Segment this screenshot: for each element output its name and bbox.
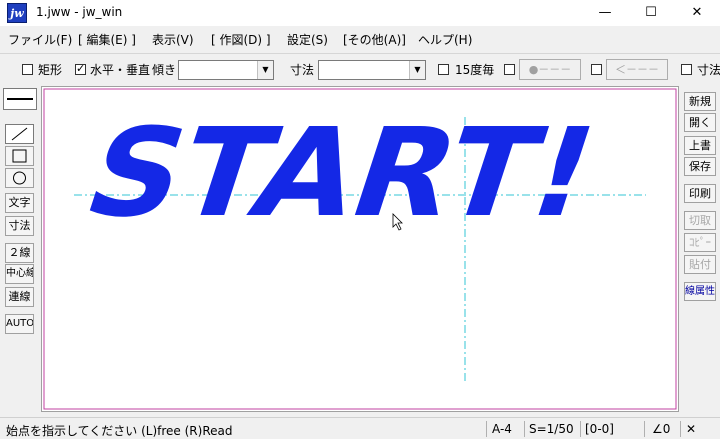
chevron-down-icon[interactable]: ▼ <box>257 61 273 79</box>
horizontal-vertical-label: 水平・垂直 <box>90 63 151 77</box>
print-button[interactable]: 印刷 <box>684 184 716 203</box>
line-attribute-button[interactable]: 線属性 <box>684 282 716 301</box>
line-sample-icon <box>7 98 33 100</box>
line-type-button[interactable] <box>3 88 37 110</box>
menu-draw[interactable]: [ 作図(D) ] <box>211 31 271 48</box>
connect-line-tool-button[interactable]: 連線 <box>5 287 34 307</box>
circle-option-button[interactable]: ●－－－ <box>519 59 581 80</box>
dimension-combo[interactable]: ▼ <box>318 60 426 80</box>
line-tool-button[interactable] <box>5 124 34 144</box>
app-icon: jw <box>7 3 27 23</box>
save-button[interactable]: 保存 <box>684 157 716 176</box>
window-title: 1.jww - jw_win <box>36 5 123 19</box>
new-button[interactable]: 新規 <box>684 92 716 111</box>
arrow-option-button[interactable]: ＜－－－ <box>606 59 668 80</box>
overwrite-button[interactable]: 上書 <box>684 136 716 155</box>
rectangle-tool-button[interactable] <box>5 146 34 166</box>
menu-other[interactable]: [その他(A)] <box>343 31 406 48</box>
status-divider <box>580 421 581 437</box>
rect-label: 矩形 <box>38 63 63 77</box>
right-dim-checkbox[interactable] <box>681 64 692 75</box>
menu-bar: ファイル(F) [ 編集(E) ] 表示(V) [ 作図(D) ] 設定(S) … <box>0 28 720 50</box>
center-line-tool-button[interactable]: 中心線 <box>5 264 34 284</box>
horizontal-vertical-checkbox[interactable] <box>75 62 86 75</box>
scale-indicator[interactable]: S=1/50 <box>529 422 574 436</box>
status-divider <box>644 421 645 437</box>
cross-icon[interactable]: ✕ <box>686 422 696 436</box>
status-divider <box>524 421 525 437</box>
layer-indicator[interactable]: [0-0] <box>585 422 614 436</box>
drawing-canvas[interactable]: START! <box>41 86 679 412</box>
menu-file[interactable]: ファイル(F) <box>8 31 72 48</box>
title-bar: jw 1.jww - jw_win — ☐ ✕ <box>0 0 720 26</box>
text-tool-button[interactable]: 文字 <box>5 193 34 213</box>
cut-button[interactable]: 切取 <box>684 211 716 230</box>
line-icon <box>11 127 28 141</box>
maximize-button[interactable]: ☐ <box>628 0 674 26</box>
menu-edit[interactable]: [ 編集(E) ] <box>78 31 136 48</box>
arrow-option-checkbox[interactable] <box>591 64 602 75</box>
menu-view[interactable]: 表示(V) <box>152 31 194 48</box>
paste-button[interactable]: 貼付 <box>684 255 716 274</box>
chevron-down-icon[interactable]: ▼ <box>409 61 425 79</box>
circle-tool-button[interactable] <box>5 168 34 188</box>
double-line-tool-button[interactable]: ２線 <box>5 243 34 263</box>
status-divider <box>486 421 487 437</box>
menu-settings[interactable]: 設定(S) <box>287 31 328 48</box>
right-dim-label: 寸法 <box>697 63 720 77</box>
angle-combo[interactable]: ▼ <box>178 60 274 80</box>
angle-label: 傾き <box>152 63 177 77</box>
circle-icon <box>13 171 26 185</box>
auto-tool-button[interactable]: AUTO <box>5 314 34 334</box>
rectangle-icon <box>12 149 27 163</box>
angle-indicator[interactable]: ∠0 <box>652 422 670 436</box>
close-button[interactable]: ✕ <box>674 0 720 26</box>
tool-settings-bar: 矩形 水平・垂直 傾き ▼ 寸法 ▼ 15度毎 ●－－－ ＜－－－ 寸法 <box>0 53 720 83</box>
open-button[interactable]: 開く <box>684 113 716 132</box>
drawing-layer: START! <box>43 88 677 410</box>
deg15-checkbox[interactable] <box>438 64 449 75</box>
menu-help[interactable]: ヘルプ(H) <box>418 31 472 48</box>
copy-button[interactable]: ｺﾋﾟｰ <box>684 233 716 252</box>
start-drawing-text: START! <box>69 102 615 244</box>
rect-checkbox[interactable] <box>22 64 33 75</box>
status-divider <box>680 421 681 437</box>
status-message: 始点を指示してください (L)free (R)Read <box>6 424 233 438</box>
paper-size[interactable]: A-4 <box>492 422 512 436</box>
status-bar: 始点を指示してください (L)free (R)Read A-4 S=1/50 [… <box>0 417 720 439</box>
minimize-button[interactable]: — <box>582 0 628 26</box>
dimension-tool-button[interactable]: 寸法 <box>5 216 34 236</box>
dimension-label: 寸法 <box>290 63 315 77</box>
deg15-label: 15度毎 <box>455 63 495 77</box>
circle-option-checkbox[interactable] <box>504 64 515 75</box>
